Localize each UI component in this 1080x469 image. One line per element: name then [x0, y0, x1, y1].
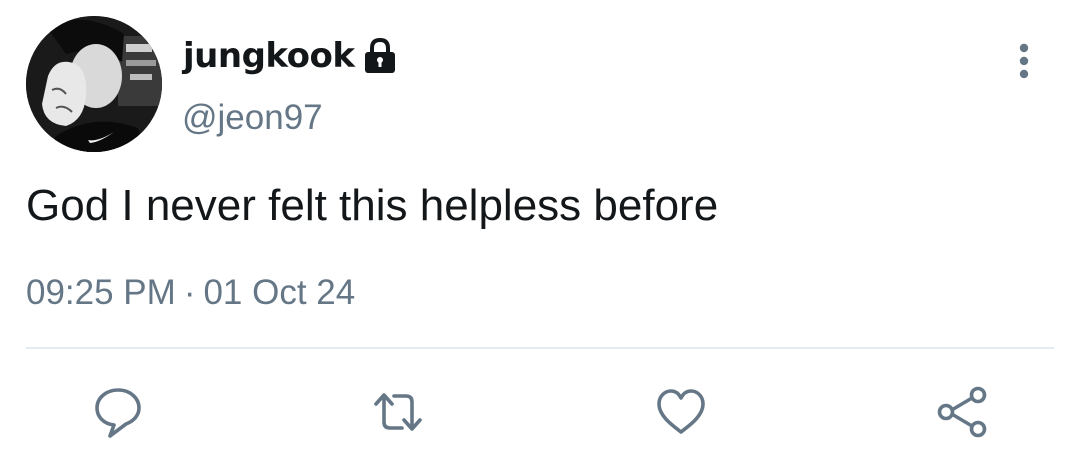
- more-vertical-icon[interactable]: [1004, 38, 1044, 86]
- heart-icon: [657, 389, 705, 434]
- retweet-button[interactable]: [370, 384, 426, 440]
- reply-icon: [95, 388, 141, 438]
- tweet-text: God I never felt this helpless before: [26, 181, 719, 230]
- lock-icon: [358, 33, 402, 77]
- tweet-card: jungkook @jeon97 God I never felt this h…: [0, 0, 1080, 469]
- user-handle[interactable]: @jeon97: [182, 96, 323, 140]
- timestamp-separator: ·: [183, 273, 196, 312]
- share-button[interactable]: [934, 384, 990, 440]
- tweet-time: 09:25 PM: [26, 273, 176, 312]
- share-icon: [937, 386, 987, 438]
- retweet-icon: [374, 393, 422, 431]
- tweet-timestamp[interactable]: 09:25 PM · 01 Oct 24: [26, 270, 355, 316]
- avatar[interactable]: [26, 16, 162, 152]
- divider: [26, 347, 1054, 349]
- reply-button[interactable]: [90, 384, 146, 440]
- like-button[interactable]: [653, 384, 709, 440]
- tweet-date: 01 Oct 24: [203, 273, 356, 312]
- display-name[interactable]: jungkook: [183, 34, 355, 78]
